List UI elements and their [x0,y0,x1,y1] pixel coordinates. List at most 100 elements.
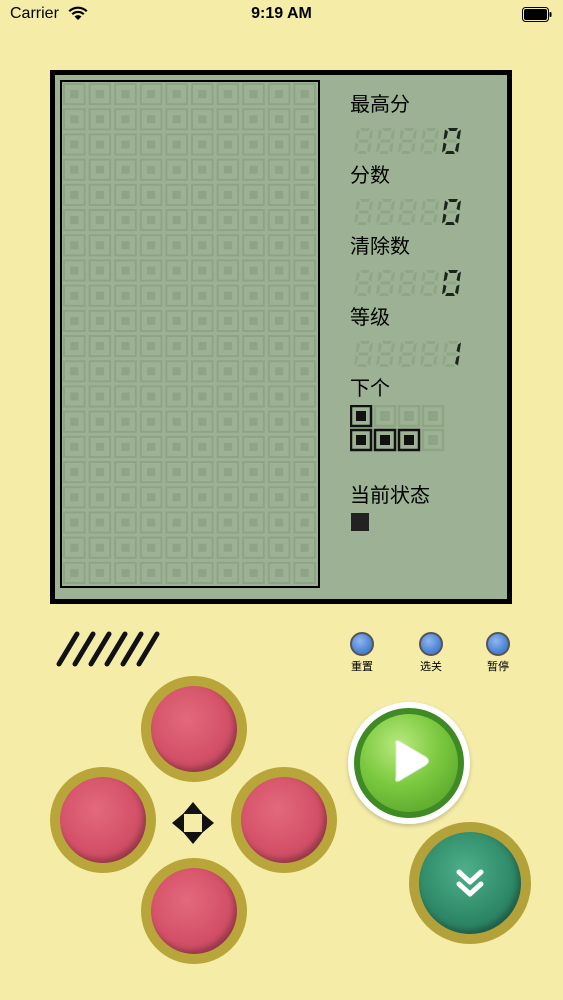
board-cell [216,259,240,282]
board-cell [242,133,265,156]
board-cell [88,461,112,484]
board-cell [293,360,316,383]
seven-segment-digit [398,341,417,367]
board-cell [63,234,86,257]
left-button[interactable] [50,767,156,873]
seven-segment-digit [354,128,373,154]
board-cell [216,435,240,458]
seven-segment-digit [398,270,417,296]
right-button[interactable] [231,767,337,873]
board-cell [139,309,163,333]
board-cell [63,435,86,458]
board-cell [165,335,189,358]
board-cell [63,536,86,559]
pause-button[interactable] [486,632,510,656]
board-cell [63,83,86,106]
board-cell [63,259,86,282]
board-cell [191,158,214,181]
board-cell [242,234,265,257]
seven-segment-digit [442,270,461,296]
board-cell [165,309,189,333]
seven-segment-digit [376,199,395,225]
board-cell [63,284,86,307]
play-button[interactable] [348,702,470,824]
drop-button[interactable] [409,822,531,944]
board-cell [191,410,214,433]
board-cell [88,259,112,282]
board-cell [293,385,316,408]
reset-button[interactable] [350,632,374,656]
board-cell [293,561,316,584]
board-cell [139,435,163,458]
board-cell [293,435,316,458]
board-cell [63,183,86,207]
status-bar: Carrier 9:19 AM [0,0,563,30]
board-cell [139,133,163,156]
next-piece-cell [421,405,445,428]
board-cell [88,511,112,534]
board-cell [139,360,163,383]
board-cell [293,335,316,358]
board-cell [191,360,214,383]
left-button-face [60,777,146,863]
board-cell [165,385,189,408]
play-icon [394,740,429,782]
board-cell [114,410,137,433]
cleared-display [354,270,461,296]
board-cell [88,335,112,358]
board-cell [88,108,112,131]
board-cell [165,486,189,509]
board-cell [242,284,265,307]
board-cell [139,385,163,408]
board-cell [165,83,189,106]
next-piece-cell [350,428,373,452]
board-cell [63,335,86,358]
up-button[interactable] [141,676,247,782]
board-cell [191,234,214,257]
board-cell [63,158,86,181]
board-cell [114,209,137,232]
board-cell [216,209,240,232]
speaker-stripes [56,631,160,667]
pause-label: 暂停 [487,660,509,673]
board-cell [165,133,189,156]
board-cell [242,209,265,232]
board-cell [165,536,189,559]
board-cell [139,486,163,509]
board-cell [267,183,291,207]
board-cell [293,511,316,534]
board-cell [293,209,316,232]
board-cell [191,183,214,207]
select-level-button[interactable] [419,632,443,656]
board-cell [139,209,163,232]
board-cell [88,360,112,383]
board-cell [114,461,137,484]
board-cell [165,158,189,181]
down-button[interactable] [141,858,247,964]
board-cell [267,486,291,509]
seven-segment-digit [376,341,395,367]
board-cell [267,410,291,433]
board-cell [114,561,137,584]
seven-segment-digit [420,128,439,154]
board-cell [88,183,112,207]
board-cell [293,486,316,509]
board-cell [165,209,189,232]
board-cell [139,284,163,307]
board-cell [191,133,214,156]
right-button-face [241,777,327,863]
board-cell [114,234,137,257]
board-cell [267,561,291,584]
board-cell [216,108,240,131]
board-cell [139,511,163,534]
board-cell [63,410,86,433]
seven-segment-digit [442,199,461,225]
board-cell [293,234,316,257]
board-cell [191,83,214,106]
score-label: 分数 [350,163,390,187]
board-cell [114,158,137,181]
board-cell [165,108,189,131]
board-cell [114,360,137,383]
seven-segment-digit [354,270,373,296]
board-cell [63,385,86,408]
